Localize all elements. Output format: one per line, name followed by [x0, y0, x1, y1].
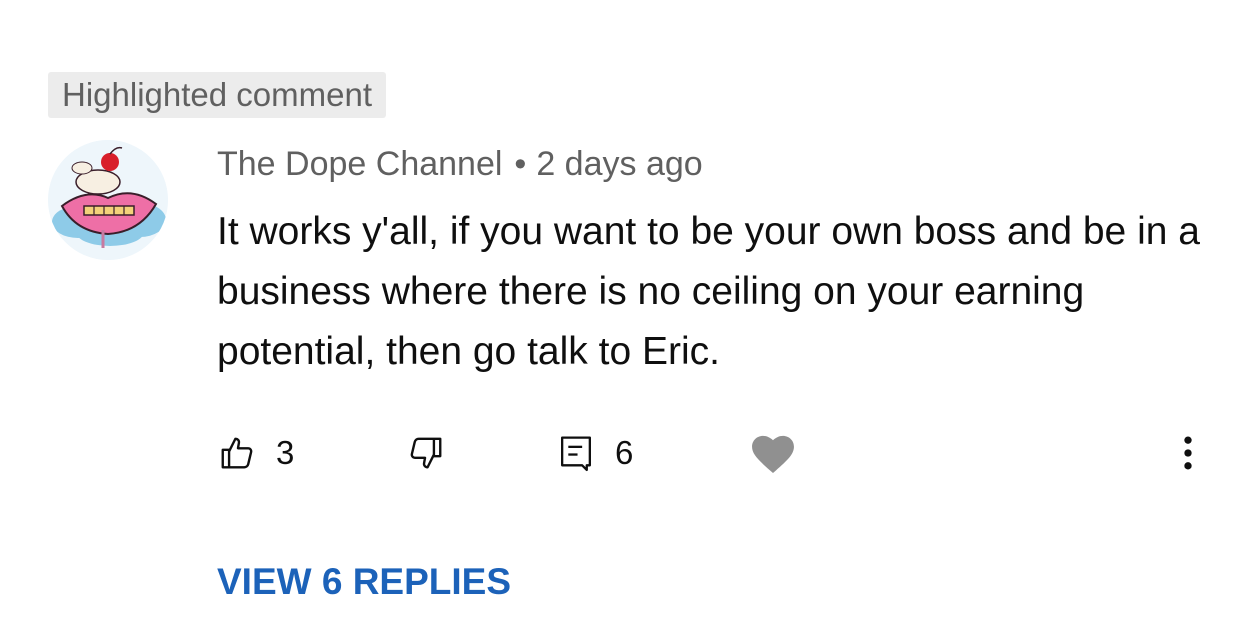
comment-action-bar: 3 6: [0, 425, 1242, 481]
heart-icon: [752, 435, 794, 473]
reply-count: 6: [615, 434, 634, 471]
comment-timestamp[interactable]: 2 days ago: [536, 145, 702, 183]
creator-heart-button[interactable]: [750, 425, 796, 481]
reply-button[interactable]: 6: [557, 425, 633, 481]
thumbs-down-icon: [410, 437, 442, 469]
view-replies-button[interactable]: VIEW 6 REPLIES: [217, 556, 511, 608]
like-count: 3: [276, 434, 295, 471]
more-vertical-icon: [1184, 436, 1192, 470]
thumbs-up-icon: [221, 437, 253, 469]
avatar-image: [48, 140, 168, 260]
dislike-button[interactable]: [407, 425, 445, 481]
meta-separator: •: [514, 145, 527, 183]
more-actions-button[interactable]: [1170, 425, 1206, 481]
like-button[interactable]: 3: [218, 425, 294, 481]
author-avatar[interactable]: [48, 140, 168, 260]
highlighted-comment-badge: Highlighted comment: [48, 72, 386, 118]
author-name[interactable]: The Dope Channel: [217, 145, 502, 183]
comment-body: It works y'all, if you want to be your o…: [217, 210, 1200, 373]
comment-meta: The Dope Channel • 2 days ago: [217, 140, 703, 188]
reply-icon: [561, 436, 591, 472]
